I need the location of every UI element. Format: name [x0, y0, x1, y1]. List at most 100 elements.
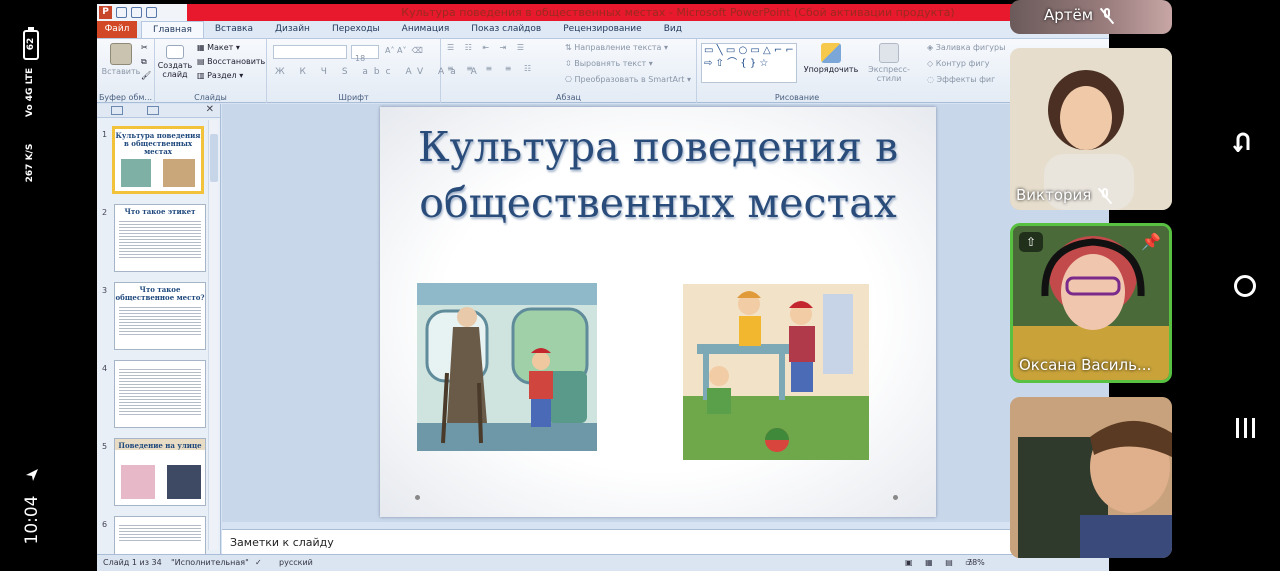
clipboard-icon	[110, 43, 132, 65]
drawing-group-label: Рисование	[774, 93, 820, 102]
font-grow-shrink[interactable]: A˄ A˅ ⌫	[385, 46, 423, 55]
slide-picture-park[interactable]	[683, 284, 869, 460]
new-slide-button[interactable]: Создать слайд	[157, 45, 193, 79]
tab-file[interactable]: Файл	[97, 21, 137, 38]
recent-apps-icon[interactable]	[1234, 418, 1256, 438]
participant-tile[interactable]: Виктория	[1010, 48, 1172, 210]
slides-group-label: Слайды	[194, 93, 227, 102]
format-painter-icon[interactable]: 🖌	[141, 71, 151, 80]
slide-thumbnail-1[interactable]: Культура поведения в общественных местах	[112, 126, 204, 194]
close-icon[interactable]: ✕	[206, 104, 214, 115]
participant-name-text: Виктория	[1016, 186, 1092, 204]
clipboard-group-label: Буфер обм...	[98, 93, 153, 102]
tab-transitions[interactable]: Переходы	[321, 21, 391, 38]
thumbnail-scrollbar[interactable]	[208, 120, 218, 550]
participant-name-text: Артём	[1044, 6, 1094, 24]
tab-view[interactable]: Вид	[653, 21, 693, 38]
android-status-bar: 62 Vo 4G LTE 267 K/S 10:04	[0, 0, 64, 571]
participant-tile-active-speaker[interactable]: ⇧ 📌 Оксана Василь...	[1010, 223, 1172, 383]
thumbnail-picture	[167, 465, 201, 499]
title-bar: P Культура поведения в общественных мест…	[97, 4, 1109, 21]
ribbon-tabs: Файл Главная Вставка Дизайн Переходы Ани…	[97, 21, 1109, 39]
upload-icon[interactable]: ⇧	[1019, 232, 1043, 252]
scissors-icon[interactable]: ✂	[141, 43, 148, 52]
participant-tile[interactable]	[1010, 397, 1172, 558]
spellcheck-icon[interactable]: ✓	[255, 558, 262, 567]
text-direction-button[interactable]: ⇅ Направление текста ▾	[565, 43, 668, 52]
new-slide-icon	[166, 45, 184, 59]
slide-counter: Слайд 1 из 34	[103, 558, 162, 567]
notes-placeholder: Заметки к слайду	[230, 536, 334, 549]
clock: 10:04	[22, 495, 42, 545]
smartart-button[interactable]: ⎔ Преобразовать в SmartArt ▾	[565, 75, 691, 84]
participant-name: Оксана Василь...	[1019, 356, 1151, 374]
arrange-button[interactable]: Упорядочить	[803, 43, 859, 74]
language[interactable]: русский	[279, 558, 313, 567]
thumbnail-title: Поведение на улице	[115, 439, 205, 450]
outline-view-tab[interactable]	[147, 106, 159, 115]
slides-view-tab[interactable]	[111, 106, 123, 115]
zoom-level[interactable]: 78%	[967, 558, 985, 567]
new-slide-label: Создать слайд	[157, 61, 193, 79]
tab-home[interactable]: Главная	[141, 21, 204, 38]
copy-icon[interactable]: ⧉	[141, 57, 147, 67]
shape-effects-button[interactable]: ◌ Эффекты фиг	[927, 75, 995, 84]
quick-styles-button[interactable]: Экспресс-стили	[857, 43, 921, 83]
list-buttons[interactable]: ☰ ☷ ⇤ ⇥ ☰	[447, 43, 528, 52]
paragraph-group: ☰ ☷ ⇤ ⇥ ☰ ≡ ≡ ≡ ≡ ☷ ⇅ Направление текста…	[441, 39, 697, 103]
font-family-select[interactable]	[273, 45, 347, 59]
current-slide[interactable]: Культура поведения в общественных местах	[380, 107, 936, 517]
tab-review[interactable]: Рецензирование	[552, 21, 652, 38]
smartart-label: Преобразовать в SmartArt	[574, 75, 685, 84]
scroll-thumb[interactable]	[210, 134, 218, 182]
thumbnail-number: 1	[102, 130, 108, 139]
paragraph-group-label: Абзац	[555, 93, 581, 102]
network-speed: 267 K/S	[25, 143, 35, 183]
shape-outline-button[interactable]: ◇ Контур фигу	[927, 59, 990, 68]
thumbnail-picture	[163, 159, 195, 187]
shape-fill-button[interactable]: ◈ Заливка фигуры	[927, 43, 1005, 52]
thumbnail-title	[115, 517, 205, 520]
slide-thumbnail-2[interactable]: Что такое этикет	[114, 204, 206, 272]
tab-insert[interactable]: Вставка	[204, 21, 264, 38]
back-icon[interactable]	[1232, 130, 1254, 152]
section-button[interactable]: ▥ Раздел ▾	[197, 71, 243, 80]
shapes-gallery[interactable]: ▭ ╲ ▭ ○ ▭ △ ⌐ ⌐ ⇨ ⇧ ⌒ { } ☆	[701, 43, 797, 83]
thumbnail-text	[119, 367, 201, 417]
participant-tile[interactable]: Артём	[1010, 0, 1172, 34]
slide-thumbnail-4[interactable]	[114, 360, 206, 428]
paste-button[interactable]: Вставить	[101, 43, 141, 76]
section-label: Раздел	[207, 71, 237, 80]
reset-button[interactable]: ▤ Восстановить	[197, 57, 265, 66]
drawing-group: ▭ ╲ ▭ ○ ▭ △ ⌐ ⌐ ⇨ ⇧ ⌒ { } ☆ Упорядочить …	[697, 39, 1005, 103]
home-icon[interactable]	[1234, 275, 1256, 297]
font-size-select[interactable]: 18	[351, 45, 379, 63]
placeholder-dot	[893, 495, 898, 500]
slide-title[interactable]: Культура поведения в общественных местах	[380, 119, 936, 231]
reset-label: Восстановить	[207, 57, 266, 66]
font-group-label: Шрифт	[338, 93, 369, 102]
thumbnail-tabs: ✕	[97, 104, 220, 118]
clipboard-group: Вставить ✂ ⧉ 🖌 Буфер обм...	[97, 39, 155, 103]
slide-thumbnail-5[interactable]: Поведение на улице	[114, 438, 206, 506]
tab-animation[interactable]: Анимация	[391, 21, 461, 38]
slide-title-line-2: общественных местах	[419, 179, 897, 227]
align-text-button[interactable]: ⇳ Выровнять текст ▾	[565, 59, 653, 68]
network-indicator: Vo 4G LTE	[25, 67, 35, 117]
shape-fill-label: Заливка фигуры	[935, 43, 1006, 52]
mic-off-icon	[1101, 7, 1113, 24]
participant-name-text: Оксана Василь...	[1019, 356, 1152, 374]
notes-pane[interactable]: Заметки к слайду	[222, 529, 1109, 554]
slide-thumbnail-3[interactable]: Что такое общественное место?	[114, 282, 206, 350]
layout-label: Макет	[207, 43, 234, 52]
pin-icon[interactable]: 📌	[1139, 232, 1163, 252]
tab-slideshow[interactable]: Показ слайдов	[460, 21, 552, 38]
tab-design[interactable]: Дизайн	[264, 21, 321, 38]
thumbnail-text	[119, 523, 201, 543]
align-buttons[interactable]: ≡ ≡ ≡ ≡ ☷	[447, 64, 536, 73]
text-direction-label: Направление текста	[574, 43, 662, 52]
layout-button[interactable]: ▦ Макет ▾	[197, 43, 240, 52]
battery-icon: 62	[23, 27, 39, 60]
location-arrow-icon	[26, 469, 38, 481]
slide-picture-bus[interactable]	[417, 283, 597, 451]
